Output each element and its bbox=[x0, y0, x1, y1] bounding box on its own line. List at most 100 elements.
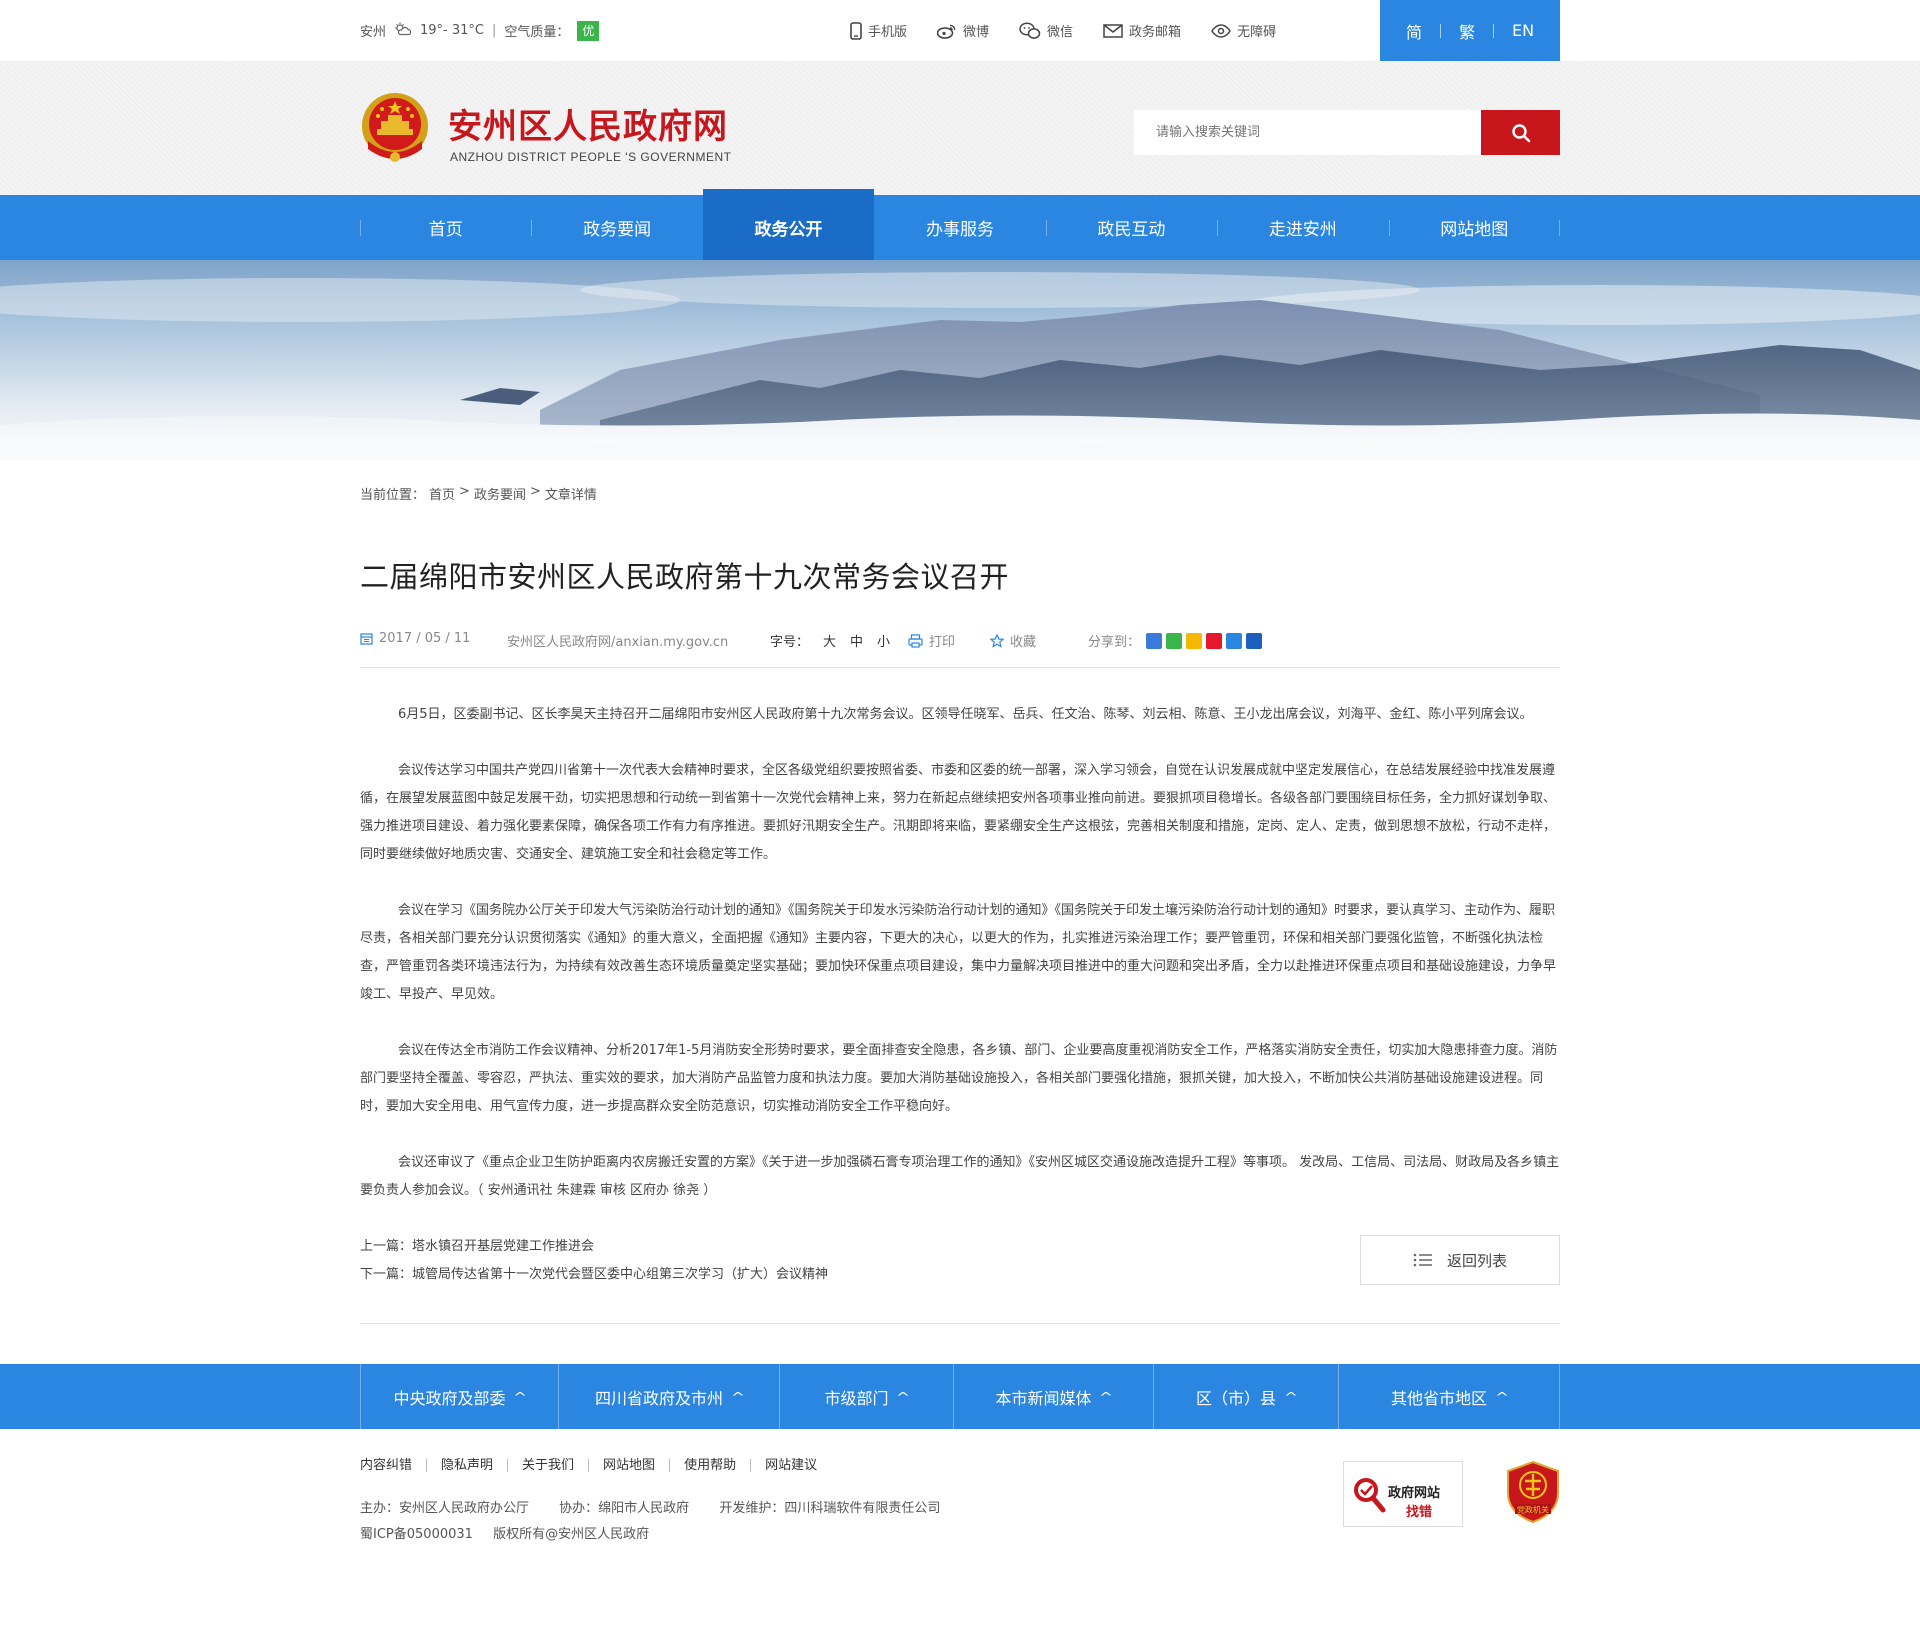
article-paragraph: 会议在传达全市消防工作会议精神、分析2017年1-5月消防安全形势时要求，要全面… bbox=[360, 1043, 1558, 1114]
site-title[interactable]: 安州区人民政府网 bbox=[448, 99, 728, 148]
article-body: 6月5日，区委副书记、区长李昊天主持召开二届绵阳市安州区人民政府第十九次常务会议… bbox=[360, 701, 1560, 1205]
share-tencent-icon[interactable] bbox=[1226, 632, 1243, 649]
font-size-medium[interactable]: 中 bbox=[850, 631, 863, 650]
footer-link-privacy[interactable]: 隐私声明 bbox=[426, 1459, 507, 1472]
article-title: 二届绵阳市安州区人民政府第十九次常务会议召开 bbox=[360, 560, 1010, 594]
wechat-icon bbox=[1019, 21, 1041, 39]
chevron-up-icon: ^ bbox=[896, 1389, 911, 1404]
nav-item-about-anzhou[interactable]: 走进安州 bbox=[1217, 195, 1388, 260]
footer-developer: 开发维护：四川科瑞软件有限责任公司 bbox=[719, 1501, 941, 1516]
nav-item-interaction[interactable]: 政民互动 bbox=[1045, 195, 1217, 260]
accessibility-link[interactable]: 无障碍 bbox=[1211, 21, 1276, 40]
prev-title[interactable]: 塔水镇召开基层党建工作推进会 bbox=[412, 1239, 594, 1254]
footer-link-error[interactable]: 内容纠错 bbox=[360, 1459, 426, 1472]
cloud-sun-icon bbox=[394, 22, 412, 40]
footer-link-sitemap[interactable]: 网站地图 bbox=[588, 1459, 669, 1472]
friend-link-sichuan[interactable]: 四川省政府及市州 ^ bbox=[558, 1364, 779, 1429]
share-renren-icon[interactable] bbox=[1246, 632, 1263, 649]
share-weibo-icon[interactable] bbox=[1206, 632, 1223, 649]
friend-links-bar: 中央政府及部委 ^ 四川省政府及市州 ^ 市级部门 ^ 本市新闻媒体 ^ 区（市）县 ^ … bbox=[0, 1364, 1920, 1429]
footer-sponsor: 主办：安州区人民政府办公厅 bbox=[360, 1501, 530, 1516]
wechat-link-label: 微信 bbox=[1047, 25, 1074, 40]
divider bbox=[360, 1323, 1560, 1324]
back-to-list-button[interactable]: 返回列表 bbox=[1360, 1235, 1560, 1285]
friend-link-other-provinces[interactable]: 其他省市地区 ^ bbox=[1338, 1364, 1560, 1429]
favorite-label: 收藏 bbox=[1010, 635, 1037, 650]
search-box bbox=[1134, 110, 1560, 155]
nav-item-gov-affairs[interactable]: 政务公开 bbox=[702, 189, 875, 260]
wechat-link[interactable]: 微信 bbox=[1019, 21, 1073, 40]
nav-item-news[interactable]: 政务要闻 bbox=[531, 195, 702, 260]
mail-link[interactable]: 政务邮箱 bbox=[1103, 21, 1181, 40]
weibo-link[interactable]: 微博 bbox=[937, 21, 989, 40]
friend-link-label: 区（市）县 bbox=[1195, 1388, 1276, 1408]
font-size-control: 字号： 大 中 小 bbox=[770, 631, 890, 650]
main-nav: 首页 政务要闻 政务公开 办事服务 政民互动 走进安州 网站地图 bbox=[0, 189, 1920, 260]
mail-link-label: 政务邮箱 bbox=[1129, 25, 1182, 40]
next-title[interactable]: 城管局传达省第十一次党代会暨区委中心组第三次学习（扩大）会议精神 bbox=[412, 1267, 828, 1282]
nav-item-home[interactable]: 首页 bbox=[360, 195, 531, 260]
chevron-up-icon: ^ bbox=[513, 1389, 528, 1404]
breadcrumb: 当前位置： 首页 > 政务要闻 > 文章详情 bbox=[360, 484, 1560, 504]
weibo-icon bbox=[937, 24, 956, 39]
banner-image bbox=[0, 260, 1920, 460]
friend-link-label: 其他省市地区 bbox=[1390, 1388, 1487, 1408]
search-icon bbox=[1511, 123, 1530, 142]
nav-item-sitemap[interactable]: 网站地图 bbox=[1388, 195, 1561, 260]
breadcrumb-prefix: 当前位置： bbox=[360, 488, 426, 503]
footer-link-suggest[interactable]: 网站建议 bbox=[750, 1459, 831, 1472]
party-gov-badge-icon[interactable]: 党政机关 bbox=[1506, 1461, 1560, 1523]
friend-link-label: 四川省政府及市州 bbox=[594, 1388, 723, 1408]
print-button[interactable]: 打印 bbox=[908, 631, 955, 650]
footer-link-help[interactable]: 使用帮助 bbox=[669, 1459, 750, 1472]
list-icon bbox=[1413, 1253, 1432, 1267]
share-qzone-icon[interactable] bbox=[1186, 632, 1203, 649]
city: 安州 bbox=[360, 25, 387, 40]
article-paragraph: 会议传达学习中国共产党四川省第十一次代表大会精神时要求，全区各级党组织要按照省委… bbox=[360, 763, 1557, 862]
top-bar: 安州 19°- 31°C | 空气质量： 优 手机版 微博 微信 政务邮箱 无障… bbox=[0, 0, 1920, 61]
divider bbox=[360, 667, 1560, 668]
lang-english[interactable]: EN bbox=[1494, 21, 1552, 40]
friend-link-counties[interactable]: 区（市）县 ^ bbox=[1153, 1364, 1338, 1429]
mail-icon bbox=[1103, 23, 1123, 38]
font-size-large[interactable]: 大 bbox=[823, 631, 836, 650]
friend-link-label: 中央政府及部委 bbox=[393, 1388, 506, 1408]
friend-link-city-depts[interactable]: 市级部门 ^ bbox=[779, 1364, 953, 1429]
printer-icon bbox=[908, 633, 923, 648]
article-date: 2017 / 05 / 11 bbox=[360, 631, 470, 646]
breadcrumb-sep: > bbox=[529, 484, 541, 499]
back-label: 返回列表 bbox=[1446, 1251, 1507, 1270]
breadcrumb-news[interactable]: 政务要闻 bbox=[474, 484, 526, 504]
article-meta: 2017 / 05 / 11 安州区人民政府网/anxian.my.gov.cn… bbox=[360, 628, 1560, 650]
footer-co-sponsor: 协办：绵阳市人民政府 bbox=[559, 1501, 690, 1516]
print-label: 打印 bbox=[929, 635, 956, 650]
favorite-button[interactable]: 收藏 bbox=[990, 631, 1036, 650]
nav-item-services[interactable]: 办事服务 bbox=[874, 195, 1045, 260]
footer-link-about[interactable]: 关于我们 bbox=[507, 1459, 588, 1472]
top-links: 手机版 微博 微信 政务邮箱 无障碍 bbox=[850, 0, 1276, 61]
gov-site-error-badge[interactable]: 政府网站 找错 bbox=[1343, 1461, 1463, 1527]
share-more-icon[interactable] bbox=[1146, 632, 1163, 649]
lang-simplified[interactable]: 简 bbox=[1388, 19, 1440, 43]
article-paragraph: 6月5日，区委副书记、区长李昊天主持召开二届绵阳市安州区人民政府第十九次常务会议… bbox=[398, 707, 1533, 722]
national-emblem-icon[interactable] bbox=[360, 91, 430, 167]
friend-link-label: 市级部门 bbox=[824, 1388, 889, 1408]
friend-link-central-gov[interactable]: 中央政府及部委 ^ bbox=[360, 1364, 558, 1429]
footer-icp[interactable]: 蜀ICP备05000031 bbox=[360, 1527, 473, 1542]
mobile-link-label: 手机版 bbox=[868, 25, 908, 40]
search-button[interactable] bbox=[1481, 110, 1560, 155]
font-size-label: 字号： bbox=[770, 635, 810, 650]
font-size-small[interactable]: 小 bbox=[877, 631, 890, 650]
friend-link-media[interactable]: 本市新闻媒体 ^ bbox=[953, 1364, 1153, 1429]
search-input[interactable] bbox=[1134, 110, 1481, 155]
prev-label: 上一篇： bbox=[360, 1239, 413, 1254]
article-source-text: 安州区人民政府网/anxian.my.gov.cn bbox=[507, 635, 729, 650]
friend-link-label: 本市新闻媒体 bbox=[995, 1388, 1092, 1408]
article-paragraph: 会议还审议了《重点企业卫生防护距离内农房搬迁安置的方案》《关于进一步加强磷石膏专… bbox=[360, 1155, 1560, 1198]
share-wechat-icon[interactable] bbox=[1166, 632, 1183, 649]
mobile-link[interactable]: 手机版 bbox=[850, 21, 907, 40]
breadcrumb-home[interactable]: 首页 bbox=[429, 484, 455, 504]
separator: | bbox=[492, 23, 497, 38]
temperature: 19°- 31°C bbox=[420, 23, 484, 38]
lang-traditional[interactable]: 繁 bbox=[1441, 19, 1493, 43]
